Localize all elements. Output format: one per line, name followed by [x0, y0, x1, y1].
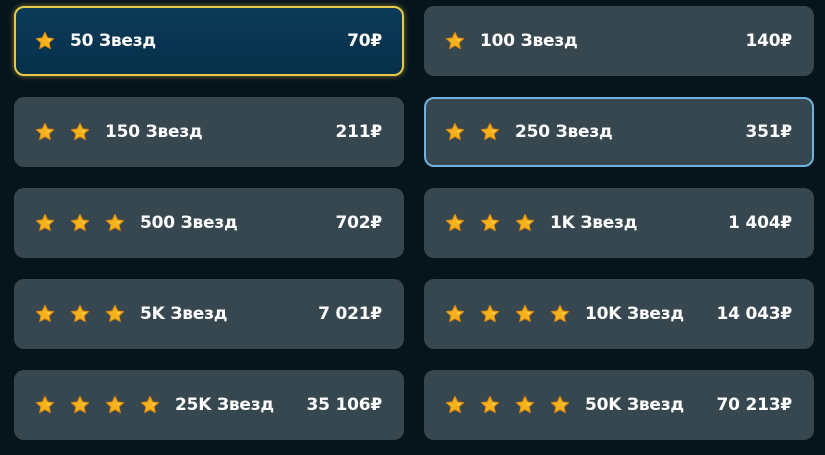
star-icon	[515, 213, 535, 232]
star-packages-grid: 50 Звезд 70₽ 100 Звезд 140₽ 150 Звезд 21…	[14, 6, 814, 440]
star-icon	[70, 395, 90, 414]
star-icon	[480, 304, 500, 323]
star-icon	[105, 213, 125, 232]
star-icon	[550, 304, 570, 323]
package-card-500[interactable]: 500 Звезд 702₽	[14, 188, 404, 258]
star-icon	[105, 395, 125, 414]
package-label: 10K Звезд	[585, 304, 684, 324]
star-icon	[445, 31, 465, 50]
package-card-1k[interactable]: 1K Звезд 1 404₽	[424, 188, 814, 258]
package-card-10k[interactable]: 10K Звезд 14 043₽	[424, 279, 814, 349]
package-price: 7 021₽	[318, 304, 382, 324]
star-icons	[445, 395, 570, 415]
star-icon	[445, 395, 465, 414]
star-icon	[515, 395, 535, 414]
package-price: 1 404₽	[728, 213, 792, 233]
star-icons	[35, 395, 160, 415]
package-price: 70₽	[347, 31, 382, 51]
package-label: 1K Звезд	[550, 213, 638, 233]
star-icon	[35, 304, 55, 323]
package-card-5k[interactable]: 5K Звезд 7 021₽	[14, 279, 404, 349]
star-icon	[140, 395, 160, 414]
package-label: 100 Звезд	[480, 31, 578, 51]
package-card-150[interactable]: 150 Звезд 211₽	[14, 97, 404, 167]
package-card-50k[interactable]: 50K Звезд 70 213₽	[424, 370, 814, 440]
package-label: 500 Звезд	[140, 213, 238, 233]
package-label: 25K Звезд	[175, 395, 274, 415]
star-icons	[445, 122, 500, 142]
package-price: 702₽	[335, 213, 382, 233]
star-icons	[35, 122, 90, 142]
star-icon	[445, 213, 465, 232]
package-label: 5K Звезд	[140, 304, 228, 324]
star-icons	[445, 31, 465, 51]
package-label: 250 Звезд	[515, 122, 613, 142]
star-icon	[70, 122, 90, 141]
star-icon	[445, 122, 465, 141]
package-price: 14 043₽	[716, 304, 793, 324]
star-icons	[445, 304, 570, 324]
star-icon	[35, 31, 55, 50]
package-card-100[interactable]: 100 Звезд 140₽	[424, 6, 814, 76]
package-price: 211₽	[335, 122, 382, 142]
package-card-250[interactable]: 250 Звезд 351₽	[424, 97, 814, 167]
package-price: 35 106₽	[306, 395, 383, 415]
star-icon	[35, 213, 55, 232]
star-icons	[35, 31, 55, 51]
star-icon	[480, 213, 500, 232]
package-label: 50K Звезд	[585, 395, 684, 415]
star-icon	[445, 304, 465, 323]
package-price: 140₽	[745, 31, 792, 51]
star-icon	[480, 122, 500, 141]
star-icon	[70, 213, 90, 232]
package-card-25k[interactable]: 25K Звезд 35 106₽	[14, 370, 404, 440]
star-icon	[480, 395, 500, 414]
star-icons	[35, 213, 125, 233]
package-price: 351₽	[745, 122, 792, 142]
star-icon	[550, 395, 570, 414]
star-icons	[445, 213, 535, 233]
star-icon	[70, 304, 90, 323]
package-price: 70 213₽	[716, 395, 793, 415]
package-label: 50 Звезд	[70, 31, 156, 51]
star-icon	[35, 122, 55, 141]
star-icon	[515, 304, 535, 323]
package-card-50[interactable]: 50 Звезд 70₽	[14, 6, 404, 76]
star-icon	[35, 395, 55, 414]
star-icon	[105, 304, 125, 323]
star-icons	[35, 304, 125, 324]
package-label: 150 Звезд	[105, 122, 203, 142]
